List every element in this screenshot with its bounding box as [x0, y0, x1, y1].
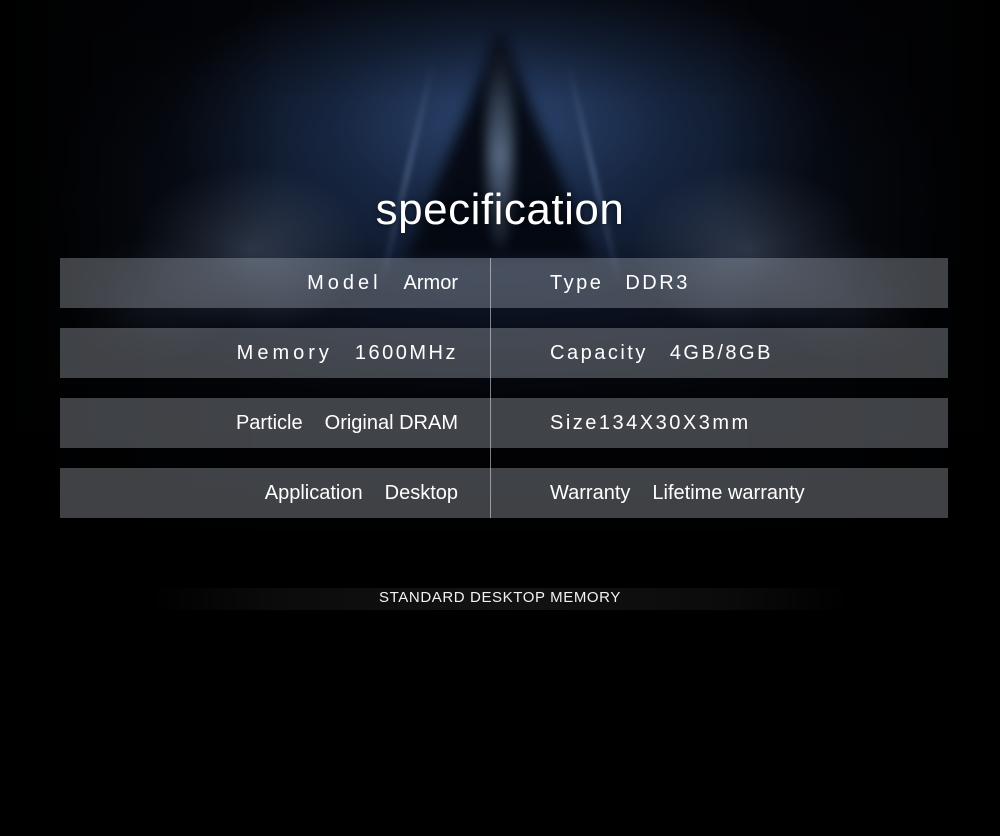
footer-caption: STANDARD DESKTOP MEMORY — [379, 589, 621, 606]
spec-value: 4GB/8GB — [669, 341, 773, 364]
spec-label: Model — [307, 271, 382, 294]
spec-value: Original DRAM — [324, 411, 458, 434]
spec-cell-warranty: Warranty Lifetime warranty — [490, 468, 948, 518]
spec-cell-application: Application Desktop — [60, 468, 490, 518]
product-spec-page: specification Model Armor Type DDR3 Memo… — [0, 0, 1000, 836]
spec-label: Warranty — [550, 481, 631, 504]
spec-label: Application — [264, 481, 363, 504]
spec-value: Desktop — [384, 481, 458, 504]
spec-label: Particle — [235, 411, 303, 434]
spec-value: Armor — [403, 271, 458, 294]
spec-label: Size134X30X3mm — [550, 411, 751, 434]
table-row: Model Armor Type DDR3 — [60, 258, 948, 308]
spec-cell-memory: Memory 1600MHz — [60, 328, 490, 378]
spec-value: DDR3 — [625, 271, 690, 294]
table-row: Particle Original DRAM Size134X30X3mm — [60, 398, 948, 448]
spec-value: Lifetime warranty — [652, 481, 805, 504]
page-title: specification — [375, 185, 625, 234]
table-row: Memory 1600MHz Capacity 4GB/8GB — [60, 328, 948, 378]
spec-cell-size: Size134X30X3mm — [490, 398, 948, 448]
spec-cell-particle: Particle Original DRAM — [60, 398, 490, 448]
specification-table: Model Armor Type DDR3 Memory 1600MHz Cap… — [60, 258, 948, 538]
table-row: Application Desktop Warranty Lifetime wa… — [60, 468, 948, 518]
spec-label: Capacity — [550, 341, 648, 364]
spec-cell-capacity: Capacity 4GB/8GB — [490, 328, 948, 378]
spec-label: Memory — [236, 341, 333, 364]
spec-label: Type — [550, 271, 604, 294]
spec-cell-type: Type DDR3 — [490, 258, 948, 308]
spec-value: 1600MHz — [354, 341, 458, 364]
spec-cell-model: Model Armor — [60, 258, 490, 308]
